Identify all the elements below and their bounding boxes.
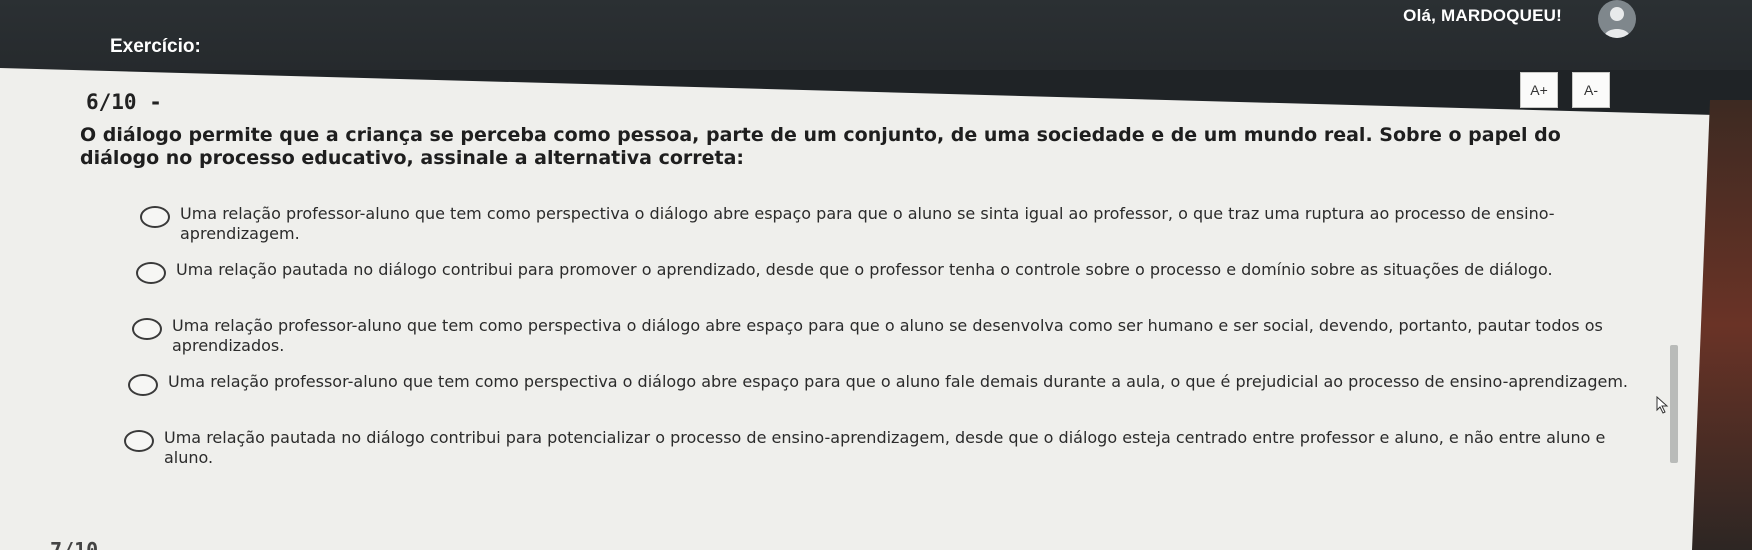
person-icon bbox=[1604, 7, 1630, 38]
question-text: O diálogo permite que a criança se perce… bbox=[80, 124, 1561, 169]
answer-option-3[interactable]: Uma relação professor-aluno que tem como… bbox=[132, 316, 1642, 356]
increase-font-button[interactable]: A+ bbox=[1520, 72, 1558, 108]
question-number: 6/10 - bbox=[86, 90, 162, 114]
radio-button[interactable] bbox=[132, 318, 162, 340]
answer-option-1[interactable]: Uma relação professor-aluno que tem como… bbox=[140, 204, 1650, 244]
radio-button[interactable] bbox=[128, 374, 158, 396]
answer-option-4[interactable]: Uma relação professor-aluno que tem como… bbox=[128, 372, 1638, 396]
user-greeting: Olá, MARDOQUEU! bbox=[1403, 6, 1562, 25]
answer-option-text: Uma relação pautada no diálogo contribui… bbox=[176, 260, 1553, 279]
next-question-number: 7/10 bbox=[50, 538, 99, 550]
scrollbar-thumb[interactable] bbox=[1670, 345, 1678, 463]
radio-button[interactable] bbox=[136, 262, 166, 284]
top-header: Olá, MARDOQUEU! Exercício: bbox=[0, 0, 1752, 70]
answer-option-text: Uma relação pautada no diálogo contribui… bbox=[164, 428, 1606, 467]
answer-option-5[interactable]: Uma relação pautada no diálogo contribui… bbox=[124, 428, 1634, 468]
answer-option-text: Uma relação professor-aluno que tem como… bbox=[180, 204, 1555, 243]
answer-option-text: Uma relação professor-aluno que tem como… bbox=[168, 372, 1629, 391]
radio-button[interactable] bbox=[124, 430, 154, 452]
answer-option-text: Uma relação professor-aluno que tem como… bbox=[172, 316, 1603, 355]
exercise-title: Exercício: bbox=[110, 36, 201, 57]
decrease-font-button[interactable]: A- bbox=[1572, 72, 1610, 108]
mouse-cursor-icon bbox=[1656, 396, 1669, 414]
user-avatar-icon[interactable] bbox=[1598, 0, 1636, 38]
radio-button[interactable] bbox=[140, 206, 170, 228]
answer-option-2[interactable]: Uma relação pautada no diálogo contribui… bbox=[136, 260, 1646, 284]
